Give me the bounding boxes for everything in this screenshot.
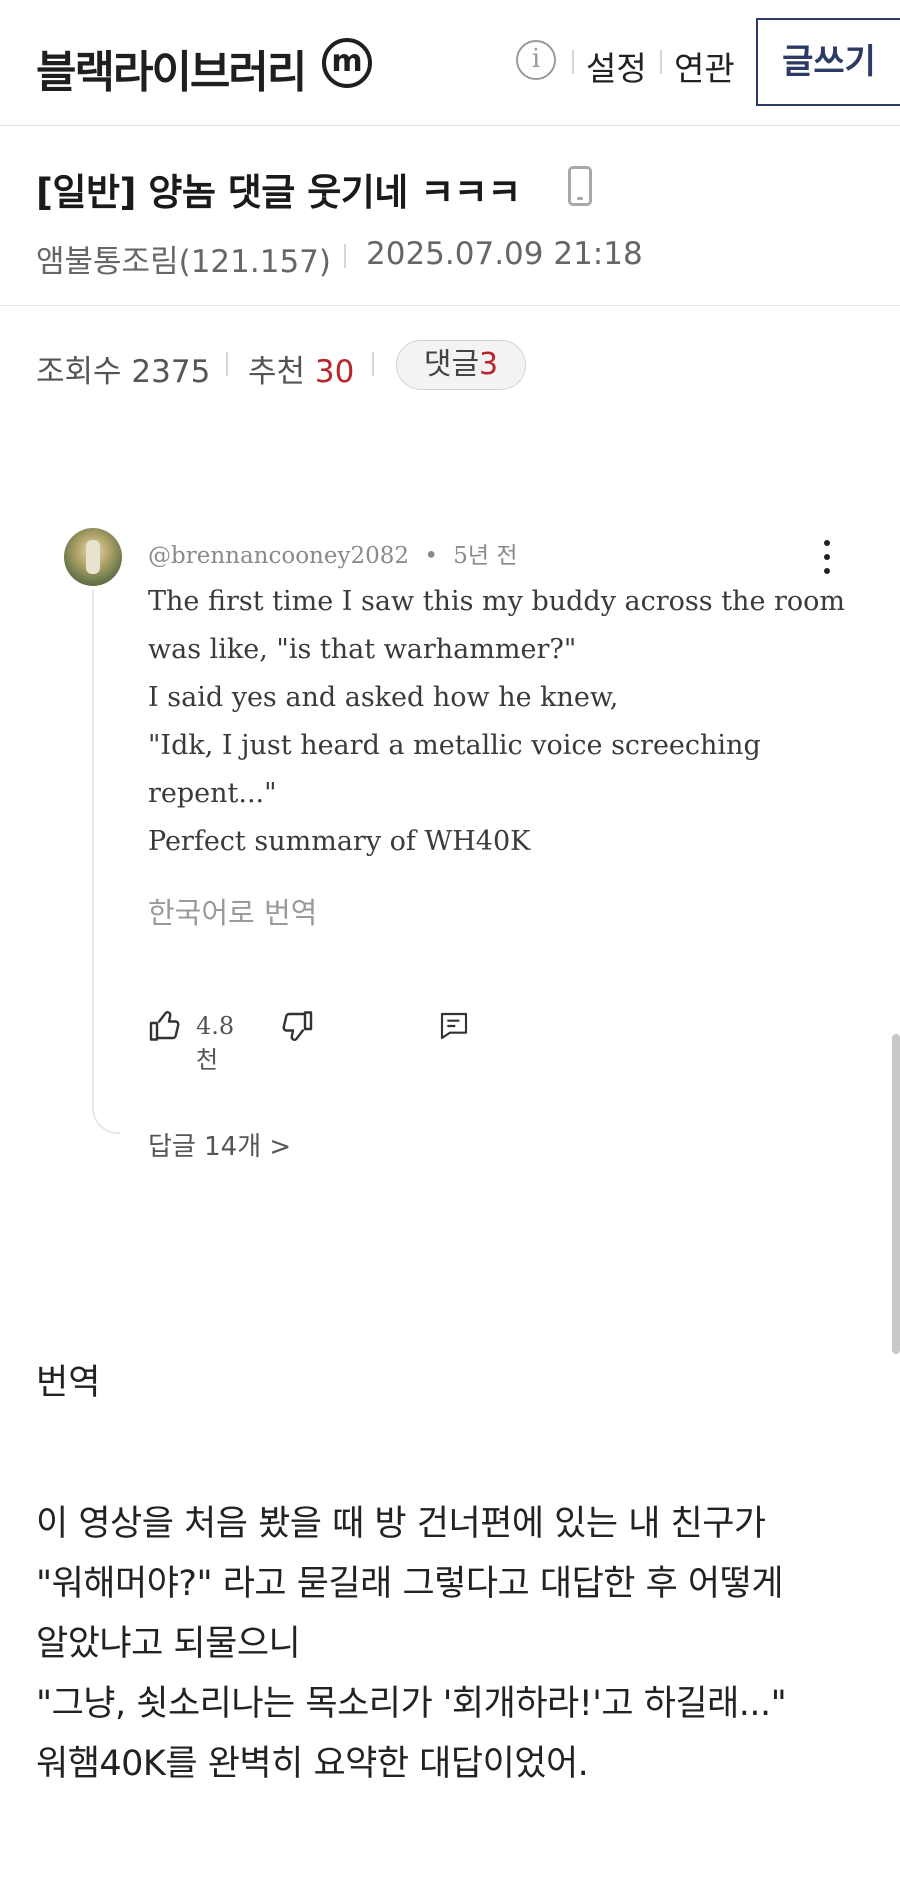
- post-title: [일반] 양놈 댓글 웃기네 ㅋㅋㅋ: [36, 171, 521, 214]
- translate-link: 한국어로 번역: [148, 896, 318, 930]
- embedded-comment-image: @brennancooney2082 • 5년 전 The first time…: [36, 480, 900, 1200]
- mobile-phone-icon: [568, 166, 592, 206]
- comment-label: 댓글: [423, 347, 480, 382]
- scrollbar[interactable]: [892, 1034, 900, 1354]
- comment-time: 5년 전: [453, 543, 518, 569]
- more-options-icon: [822, 540, 832, 576]
- recommend-count: 추천 30: [248, 346, 354, 391]
- comment-line: repent...": [148, 778, 277, 809]
- settings-link[interactable]: 설정: [586, 42, 647, 90]
- like-count: 4.8천: [196, 1012, 235, 1074]
- comment-text: The first time I saw this my buddy acros…: [148, 578, 868, 866]
- meta-dot: •: [424, 543, 438, 569]
- related-link[interactable]: 연관: [674, 42, 735, 90]
- header-divider: [660, 50, 662, 74]
- meta-divider: [344, 244, 346, 268]
- commenter-avatar: [64, 528, 122, 586]
- translation-line: "워해머야?" 라고 묻길래 그렇다고 대답한 후 어떻게: [36, 1564, 784, 1604]
- comment-value: 3: [479, 347, 499, 382]
- post-header: [일반] 양놈 댓글 웃기네 ㅋㅋㅋ 앰불통조림(121.157) 2025.0…: [0, 126, 900, 306]
- translation-body: 이 영상을 처음 봤을 때 방 건너편에 있는 내 친구가 "워해머야?" 라고…: [36, 1494, 866, 1794]
- stats-divider: [372, 352, 374, 376]
- reply-comment-icon: [440, 1012, 468, 1040]
- write-post-button[interactable]: 글쓰기: [756, 18, 900, 106]
- site-logo[interactable]: 블랙라이브러리: [36, 36, 307, 100]
- translation-line: 이 영상을 처음 봤을 때 방 건너편에 있는 내 친구가: [36, 1504, 766, 1544]
- top-navigation-bar: 블랙라이브러리 m i 설정 연관 글쓰기: [0, 0, 900, 126]
- view-count-label: 조회수: [36, 354, 122, 390]
- header-divider: [572, 50, 574, 74]
- view-count: 조회수 2375: [36, 346, 210, 391]
- recommend-value: 30: [314, 354, 355, 390]
- comment-line: The first time I saw this my buddy acros…: [148, 586, 846, 617]
- comment-line: Perfect summary of WH40K: [148, 826, 531, 857]
- recommend-label: 추천: [248, 354, 306, 390]
- thumbs-down-icon: [282, 1011, 313, 1041]
- replies-count: 답글 14개 >: [148, 1132, 292, 1162]
- view-count-value: 2375: [131, 354, 211, 390]
- comment-meta: @brennancooney2082 • 5년 전: [148, 536, 517, 570]
- post-date: 2025.07.09 21:18: [366, 236, 643, 272]
- comment-line: was like, "is that warhammer?": [148, 634, 577, 665]
- info-icon[interactable]: i: [516, 40, 556, 80]
- comment-line: I said yes and asked how he knew,: [148, 682, 619, 713]
- reply-thread-line: [92, 590, 120, 1134]
- translation-line: 워햄40K를 완벽히 요약한 대답이었어.: [36, 1744, 589, 1784]
- translation-line: 알았냐고 되물으니: [36, 1624, 301, 1664]
- post-stats: 조회수 2375 추천 30 댓글3: [0, 306, 900, 426]
- stats-divider: [226, 352, 228, 376]
- comment-line: "Idk, I just heard a metallic voice scre…: [148, 730, 761, 761]
- translation-line: "그냥, 쇳소리나는 목소리가 '회개하라!'고 하길래...": [36, 1684, 787, 1724]
- post-author[interactable]: 앰불통조림(121.157): [36, 236, 331, 281]
- translation-heading: 번역: [36, 1363, 101, 1403]
- thumbs-up-icon: [149, 1011, 180, 1041]
- mobile-badge-icon: m: [322, 38, 372, 88]
- comment-count-button[interactable]: 댓글3: [396, 340, 526, 390]
- comment-username: @brennancooney2082: [148, 543, 410, 569]
